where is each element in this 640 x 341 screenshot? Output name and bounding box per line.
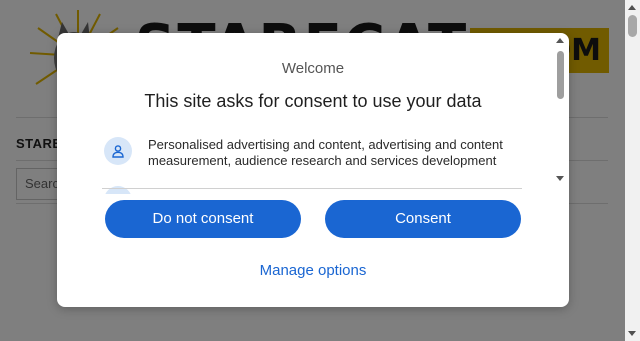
consent-dialog: Welcome This site asks for consent to us…	[57, 33, 569, 307]
consent-button[interactable]: Consent	[325, 200, 521, 238]
manage-options-link[interactable]: Manage options	[57, 262, 569, 279]
scroll-up-arrow-icon[interactable]	[628, 5, 636, 10]
page-scrollbar[interactable]	[625, 0, 640, 341]
purpose-list-divider	[102, 188, 522, 189]
purpose-text: Personalised advertising and content, ad…	[148, 137, 503, 168]
list-scrollbar-thumb[interactable]	[557, 51, 564, 99]
do-not-consent-button[interactable]: Do not consent	[105, 200, 301, 238]
person-icon	[104, 137, 132, 165]
scrollbar-thumb[interactable]	[628, 15, 637, 37]
scroll-down-arrow-icon[interactable]	[628, 331, 636, 336]
list-scroll-up-icon[interactable]	[556, 38, 564, 43]
purpose-item: Personalised advertising and content, ad…	[104, 137, 514, 187]
list-scroll-down-icon[interactable]	[556, 176, 564, 181]
dialog-welcome: Welcome	[281, 60, 345, 77]
dialog-headline: This site asks for consent to use your d…	[144, 91, 482, 111]
